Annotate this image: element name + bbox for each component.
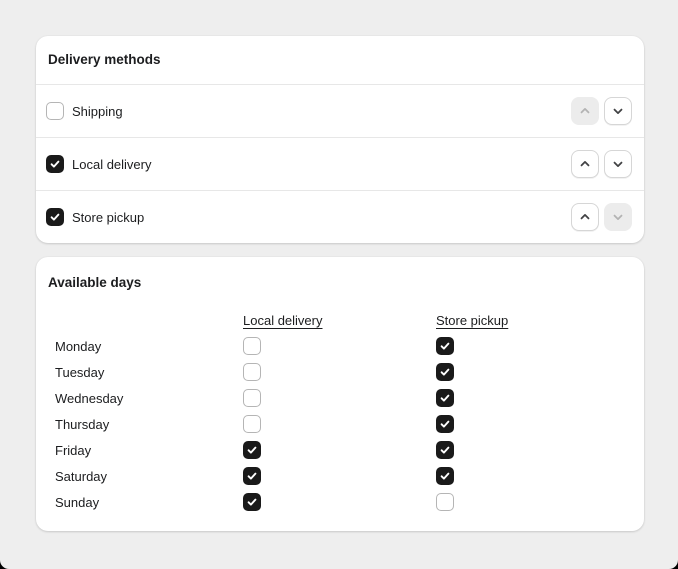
delivery-methods-list: Shipping Local delivery Store pickup (36, 84, 644, 243)
checkbox-local-delivery[interactable] (46, 155, 64, 173)
available-days-title: Available days (48, 275, 142, 290)
checkmark-icon (440, 472, 450, 480)
reorder-buttons (571, 203, 632, 231)
chevron-up-icon (580, 108, 590, 114)
delivery-method-row-local-delivery: Local delivery (36, 137, 644, 190)
delivery-method-label[interactable]: Store pickup (72, 210, 571, 225)
chevron-down-icon (613, 214, 623, 220)
column-header-local-delivery[interactable]: Local delivery (243, 313, 323, 328)
available-days-rows: Monday Tuesday Wednesday Thursday Friday Satu… (55, 333, 632, 515)
delivery-method-label[interactable]: Local delivery (72, 157, 571, 172)
checkbox-local-delivery-thursday[interactable] (243, 415, 261, 433)
checkbox-local-delivery-wednesday[interactable] (243, 389, 261, 407)
move-up-button[interactable] (571, 150, 599, 178)
reorder-buttons (571, 97, 632, 125)
available-day-row-thursday: Thursday (55, 411, 632, 437)
checkbox-store-pickup-wednesday[interactable] (436, 389, 454, 407)
available-day-row-friday: Friday (55, 437, 632, 463)
page: Delivery methods Shipping Local delivery S… (0, 0, 678, 569)
day-label: Thursday (55, 416, 110, 432)
checkbox-local-delivery-friday[interactable] (243, 441, 261, 459)
checkbox-store-pickup[interactable] (46, 208, 64, 226)
checkmark-icon (440, 420, 450, 428)
day-label: Tuesday (55, 364, 105, 380)
checkmark-icon (247, 472, 257, 480)
day-label: Monday (55, 338, 102, 354)
checkmark-icon (440, 368, 450, 376)
chevron-down-icon (613, 161, 623, 167)
move-up-button (571, 97, 599, 125)
available-day-row-saturday: Saturday (55, 463, 632, 489)
available-days-card: Available days Local delivery Store pick… (36, 257, 644, 531)
chevron-up-icon (580, 214, 590, 220)
delivery-method-row-shipping: Shipping (36, 84, 644, 137)
checkmark-icon (247, 446, 257, 454)
checkbox-store-pickup-friday[interactable] (436, 441, 454, 459)
delivery-methods-card: Delivery methods Shipping Local delivery S… (36, 36, 644, 243)
table-header-row: Local delivery Store pickup (55, 307, 632, 333)
available-day-row-wednesday: Wednesday (55, 385, 632, 411)
checkbox-shipping[interactable] (46, 102, 64, 120)
day-label: Friday (55, 442, 92, 458)
available-day-row-sunday: Sunday (55, 489, 632, 515)
checkbox-local-delivery-monday[interactable] (243, 337, 261, 355)
available-days-table: Local delivery Store pickup Monday Tuesda… (55, 307, 632, 515)
day-label: Sunday (55, 494, 100, 510)
checkmark-icon (440, 394, 450, 402)
delivery-methods-title: Delivery methods (48, 52, 161, 67)
checkbox-local-delivery-saturday[interactable] (243, 467, 261, 485)
checkbox-store-pickup-monday[interactable] (436, 337, 454, 355)
move-up-button[interactable] (571, 203, 599, 231)
day-label: Saturday (55, 468, 108, 484)
chevron-up-icon (580, 161, 590, 167)
checkmark-icon (440, 342, 450, 350)
checkbox-local-delivery-sunday[interactable] (243, 493, 261, 511)
delivery-method-row-store-pickup: Store pickup (36, 190, 644, 243)
checkbox-store-pickup-sunday[interactable] (436, 493, 454, 511)
checkbox-store-pickup-saturday[interactable] (436, 467, 454, 485)
reorder-buttons (571, 150, 632, 178)
available-day-row-tuesday: Tuesday (55, 359, 632, 385)
available-day-row-monday: Monday (55, 333, 632, 359)
day-label: Wednesday (55, 390, 124, 406)
checkmark-icon (50, 213, 60, 221)
checkmark-icon (247, 498, 257, 506)
chevron-down-icon (613, 108, 623, 114)
checkbox-store-pickup-thursday[interactable] (436, 415, 454, 433)
checkbox-store-pickup-tuesday[interactable] (436, 363, 454, 381)
column-header-store-pickup[interactable]: Store pickup (436, 313, 508, 328)
delivery-method-label[interactable]: Shipping (72, 104, 571, 119)
move-down-button[interactable] (604, 150, 632, 178)
move-down-button[interactable] (604, 97, 632, 125)
move-down-button (604, 203, 632, 231)
checkbox-local-delivery-tuesday[interactable] (243, 363, 261, 381)
checkmark-icon (440, 446, 450, 454)
checkmark-icon (50, 160, 60, 168)
